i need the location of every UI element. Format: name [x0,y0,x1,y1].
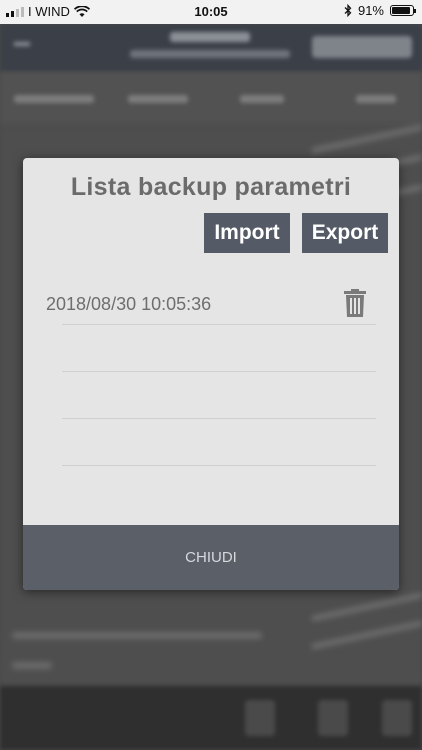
background-header [0,24,422,72]
status-bar: I WIND 10:05 91% [0,0,422,24]
bluetooth-icon [344,4,352,17]
close-button[interactable]: CHIUDI [23,525,399,590]
background-toolbar [0,686,422,750]
status-right: 91% [344,3,416,18]
list-item [23,372,399,419]
backup-list-dialog: Lista backup parametri Import Export 201… [23,158,399,590]
battery-percent: 91% [357,3,384,18]
list-item [23,419,399,466]
battery-icon [390,5,416,16]
trash-icon[interactable] [344,289,366,317]
backup-list: 2018/08/30 10:05:36 [23,278,399,466]
import-button[interactable]: Import [204,213,290,253]
export-button[interactable]: Export [302,213,388,253]
background-tabs [0,72,422,126]
backup-date: 2018/08/30 10:05:36 [46,294,212,314]
list-item[interactable]: 2018/08/30 10:05:36 [23,278,399,325]
list-item [23,325,399,372]
dialog-title: Lista backup parametri [70,173,352,201]
